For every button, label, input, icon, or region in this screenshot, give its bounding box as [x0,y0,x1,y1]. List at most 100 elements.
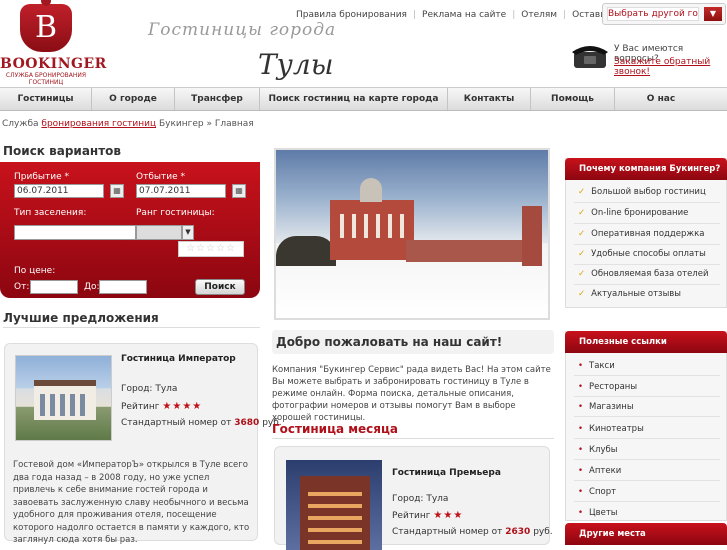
nav-item-about-us[interactable]: О нас [615,88,707,110]
room-type-select[interactable] [14,225,136,240]
arrival-input[interactable]: 06.07.2011 [14,184,104,198]
callback-link[interactable]: Закажите обратный звонок! [614,57,727,77]
check-icon: ✓ [578,229,586,239]
link-label[interactable]: Рестораны [589,382,637,392]
why-item-label: On-line бронирование [591,208,689,218]
hotel-price: Стандартный номер от 2630 руб. [392,527,553,537]
hotel-photo[interactable] [15,355,112,441]
top-link-booking-rules[interactable]: Правила бронирования [296,10,407,20]
divider: | [512,10,516,20]
city-select[interactable]: Выбрать другой город ▼ [602,3,726,25]
why-item: ✓ Обновляемая база отелей [578,269,709,279]
link-label[interactable]: Такси [589,361,615,371]
link-label[interactable]: Клубы [589,445,617,455]
nav-item-hotels[interactable]: Гостиницы [0,88,92,110]
price-label: По цене: [14,266,56,276]
why-item: ✓ Удобные способы оплаты [578,249,706,259]
city-select-label[interactable]: Выбрать другой город [607,7,699,21]
check-icon: ✓ [578,208,586,218]
why-item-label: Большой выбор гостиниц [591,187,706,197]
divider [574,459,720,460]
useful-link-flowers[interactable]: • Цветы [578,508,618,518]
divider [574,416,720,417]
bullet-icon: • [578,466,584,476]
link-label[interactable]: Аптеки [589,466,621,476]
rank-select[interactable] [136,225,182,240]
rating-label: Рейтинг [121,402,160,412]
hotel-name[interactable]: Гостиница Премьера [392,468,501,478]
price-prefix: Стандартный номер от [121,418,232,428]
hotel-city: Город: Тула [121,384,178,394]
useful-link-restaurants[interactable]: • Рестораны [578,382,637,392]
bullet-icon: • [578,487,584,497]
why-item: ✓ Оперативная поддержка [578,229,704,239]
divider [574,396,720,397]
top-link-hotels[interactable]: Отелям [521,10,557,20]
hotel-rating: Рейтинг ★★★ [392,510,463,521]
nav-item-transfer[interactable]: Трансфер [175,88,260,110]
divider [3,327,260,328]
top-links: Правила бронирования | Реклама на сайте | От… [296,10,647,20]
top-link-advertising[interactable]: Реклама на сайте [422,10,506,20]
useful-link-clubs[interactable]: • Клубы [578,445,617,455]
link-label[interactable]: Кинотеатры [589,424,644,434]
divider [574,202,720,203]
divider [574,501,720,502]
useful-link-taxi[interactable]: • Такси [578,361,615,371]
nav-item-about-city[interactable]: О городе [92,88,175,110]
why-item: ✓ Актуальные отзывы [578,289,681,299]
calendar-icon[interactable]: ▦ [110,184,124,198]
logo-tagline: СЛУЖБА БРОНИРОВАНИЯ ГОСТИНИЦ [5,72,87,86]
hotel-description: Гостевой дом «ИмператорЪ» открылся в Тул… [13,460,250,545]
phone-icon [572,46,608,68]
chevron-down-icon[interactable]: ▼ [704,7,722,21]
price-suffix: руб. [533,527,553,537]
hotel-name[interactable]: Гостиница Император [121,354,236,364]
price-prefix: Стандартный номер от [392,527,503,537]
link-label[interactable]: Цветы [589,508,618,518]
useful-link-shops[interactable]: • Магазины [578,402,634,412]
why-item: ✓ On-line бронирование [578,208,688,218]
divider [574,480,720,481]
link-label[interactable]: Магазины [589,402,634,412]
search-button[interactable]: Поиск [195,279,245,295]
price-to-input[interactable] [99,280,147,294]
hotel-photo[interactable] [286,460,382,550]
bullet-icon: • [578,445,584,455]
useful-link-sport[interactable]: • Спорт [578,487,616,497]
nav-item-map-search[interactable]: Поиск гостиниц на карте города [260,88,448,110]
link-label[interactable]: Спорт [589,487,616,497]
divider [574,244,720,245]
divider: | [412,10,417,20]
welcome-title: Добро пожаловать на наш сайт! [276,335,503,349]
bullet-icon: • [578,508,584,518]
departure-input[interactable]: 07.07.2011 [136,184,226,198]
logo[interactable]: B BOOKINGER СЛУЖБА БРОНИРОВАНИЯ ГОСТИНИЦ [0,0,106,86]
bullet-icon: • [578,382,584,392]
nav-item-help[interactable]: Помощь [531,88,615,110]
best-offer-card[interactable]: Гостиница Император Город: Тула Рейтинг … [4,343,282,545]
hotel-price: Стандартный номер от 3680 руб. [121,418,282,428]
bullet-icon: • [578,361,584,371]
rating-label: Рейтинг [392,511,431,521]
arrival-label: Прибытие * [14,172,69,182]
rank-stars[interactable]: ☆☆☆☆☆ [178,241,244,257]
hotel-of-month-title: Гостиница месяца [272,422,398,436]
chevron-down-icon[interactable]: ▼ [182,225,194,240]
hotel-of-month-card[interactable]: Гостиница Премьера Город: Тула Рейтинг ★… [274,446,553,550]
calendar-icon[interactable]: ▦ [232,184,246,198]
hotel-city: Город: Тула [392,494,449,504]
nav-item-contacts[interactable]: Контакты [448,88,531,110]
price-value: 2630 [505,527,531,537]
useful-link-pharmacies[interactable]: • Аптеки [578,466,621,476]
breadcrumb: Служба бронирования гостиниц Букингер » … [2,119,254,129]
breadcrumb-prefix: Служба [2,119,39,129]
header-script-line1: Гостиницы города [148,20,337,40]
useful-link-cinemas[interactable]: • Кинотеатры [578,424,644,434]
price-from-input[interactable] [30,280,78,294]
why-item-label: Оперативная поддержка [591,229,705,239]
welcome-text: Компания "Букингер Сервис" рада видеть В… [272,365,551,423]
breadcrumb-link[interactable]: бронирования гостиниц [41,119,156,129]
why-item: ✓ Большой выбор гостиниц [578,187,706,197]
divider [574,264,720,265]
